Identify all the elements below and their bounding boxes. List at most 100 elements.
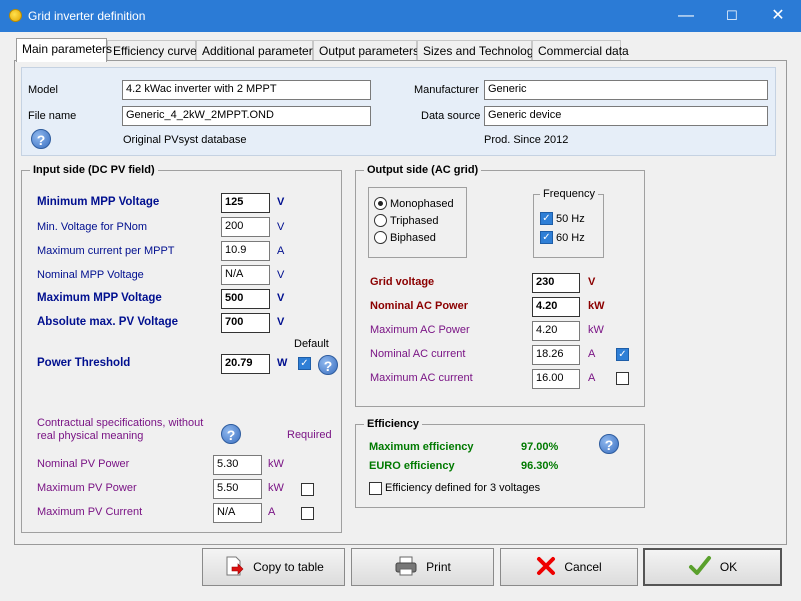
required-label: Required: [287, 429, 332, 441]
grid-voltage-input[interactable]: 230: [532, 273, 580, 293]
freq-60hz-checkbox[interactable]: ✓: [540, 231, 553, 244]
nominal-ac-current-input[interactable]: 18.26: [532, 345, 580, 365]
max-current-mppt-label: Maximum current per MPPT: [37, 245, 175, 257]
copy-document-icon: [223, 555, 245, 580]
min-mpp-voltage-unit: V: [277, 196, 285, 208]
copy-to-table-button[interactable]: Copy to table: [202, 548, 345, 586]
filename-input[interactable]: Generic_4_2kW_2MPPT.OND: [122, 106, 371, 126]
frequency-box: [533, 194, 604, 258]
app-sun-icon: [9, 9, 22, 22]
manufacturer-label: Manufacturer: [414, 84, 479, 96]
minimize-button[interactable]: —: [663, 0, 709, 32]
tab-additional-parameters[interactable]: Additional parameters: [196, 40, 319, 61]
monophased-label: Monophased: [390, 198, 454, 210]
min-mpp-voltage-input[interactable]: 125: [221, 193, 270, 213]
help-icon[interactable]: ?: [318, 355, 338, 375]
max-pv-current-required-checkbox[interactable]: [301, 507, 314, 520]
max-pv-current-input[interactable]: N/A: [213, 503, 262, 523]
nominal-ac-power-label: Nominal AC Power: [370, 300, 468, 312]
print-button[interactable]: Print: [351, 548, 494, 586]
datasource-label: Data source: [421, 110, 481, 122]
max-mpp-voltage-unit: V: [277, 292, 285, 304]
three-voltages-label: Efficiency defined for 3 voltages: [385, 482, 541, 494]
triphased-radio[interactable]: [374, 214, 387, 227]
contractual-specs-text: Contractual specifications, without real…: [37, 417, 204, 442]
tab-output-parameters[interactable]: Output parameters: [313, 40, 419, 61]
database-text: Original PVsyst database: [123, 134, 247, 146]
help-icon[interactable]: ?: [31, 129, 51, 149]
euro-efficiency-label: EURO efficiency: [369, 460, 455, 472]
freq-50hz-label: 50 Hz: [556, 213, 585, 225]
max-ac-power-unit: kW: [588, 324, 604, 336]
freq-60hz-label: 60 Hz: [556, 232, 585, 244]
max-mpp-voltage-label: Maximum MPP Voltage: [37, 292, 162, 304]
print-label: Print: [426, 560, 451, 574]
model-input[interactable]: 4.2 kWac inverter with 2 MPPT: [122, 80, 371, 100]
grid-voltage-unit: V: [588, 276, 596, 288]
monophased-radio[interactable]: [374, 197, 387, 210]
max-current-mppt-input[interactable]: 10.9: [221, 241, 270, 261]
manufacturer-input[interactable]: Generic: [484, 80, 768, 100]
abs-max-pv-voltage-unit: V: [277, 316, 285, 328]
nominal-pv-power-unit: kW: [268, 458, 284, 470]
output-side-title: Output side (AC grid): [364, 164, 482, 176]
nominal-mpp-voltage-input[interactable]: N/A: [221, 265, 270, 285]
power-threshold-input[interactable]: 20.79: [221, 354, 270, 374]
grid-voltage-label: Grid voltage: [370, 276, 435, 288]
filename-label: File name: [28, 110, 77, 122]
max-ac-power-label: Maximum AC Power: [370, 324, 470, 336]
nominal-mpp-voltage-unit: V: [277, 269, 285, 281]
three-voltages-checkbox[interactable]: [369, 482, 382, 495]
default-label: Default: [294, 338, 329, 350]
copy-to-table-label: Copy to table: [253, 560, 324, 574]
max-pv-current-label: Maximum PV Current: [37, 506, 143, 518]
max-ac-current-input[interactable]: 16.00: [532, 369, 580, 389]
max-efficiency-label: Maximum efficiency: [369, 441, 474, 453]
help-icon[interactable]: ?: [221, 424, 241, 444]
max-ac-current-checkbox[interactable]: [616, 372, 629, 385]
max-ac-current-unit: A: [588, 372, 596, 384]
close-button[interactable]: ✕: [755, 0, 801, 32]
max-efficiency-value: 97.00%: [521, 441, 559, 453]
biphased-radio[interactable]: [374, 231, 387, 244]
nominal-ac-power-input[interactable]: 4.20: [532, 297, 580, 317]
nominal-ac-power-unit: kW: [588, 300, 605, 312]
nominal-pv-power-input[interactable]: 5.30: [213, 455, 262, 475]
min-mpp-voltage-label: Minimum MPP Voltage: [37, 196, 160, 208]
frequency-title: Frequency: [540, 188, 598, 200]
biphased-label: Biphased: [390, 232, 436, 244]
prod-since-text: Prod. Since 2012: [484, 134, 569, 146]
max-current-mppt-unit: A: [277, 245, 285, 257]
freq-50hz-checkbox[interactable]: ✓: [540, 212, 553, 225]
power-threshold-label: Power Threshold: [37, 357, 131, 369]
red-x-icon: [536, 556, 556, 579]
tab-commercial-data[interactable]: Commercial data: [532, 40, 629, 61]
max-pv-power-unit: kW: [268, 482, 284, 494]
abs-max-pv-voltage-input[interactable]: 700: [221, 313, 270, 333]
power-threshold-unit: W: [277, 357, 288, 369]
max-pv-power-required-checkbox[interactable]: [301, 483, 314, 496]
max-pv-power-label: Maximum PV Power: [37, 482, 137, 494]
ok-button[interactable]: OK: [643, 548, 782, 586]
default-checkbox[interactable]: ✓: [298, 357, 311, 370]
min-voltage-pnom-label: Min. Voltage for PNom: [37, 221, 148, 233]
max-pv-power-input[interactable]: 5.50: [213, 479, 262, 499]
cancel-button[interactable]: Cancel: [500, 548, 638, 586]
efficiency-title: Efficiency: [364, 418, 422, 430]
max-ac-power-input[interactable]: 4.20: [532, 321, 580, 341]
nominal-pv-power-label: Nominal PV Power: [37, 458, 130, 470]
nominal-ac-current-checkbox[interactable]: ✓: [616, 348, 629, 361]
euro-efficiency-value: 96.30%: [521, 460, 559, 472]
printer-icon: [394, 555, 418, 580]
max-mpp-voltage-input[interactable]: 500: [221, 289, 270, 309]
tab-efficiency-curve[interactable]: Efficiency curve: [107, 40, 197, 61]
model-label: Model: [28, 84, 58, 96]
help-icon[interactable]: ?: [599, 434, 619, 454]
max-ac-current-label: Maximum AC current: [370, 372, 473, 384]
datasource-input[interactable]: Generic device: [484, 106, 768, 126]
min-voltage-pnom-input[interactable]: 200: [221, 217, 270, 237]
nominal-ac-current-label: Nominal AC current: [370, 348, 466, 360]
maximize-button[interactable]: ☐: [709, 0, 755, 32]
tab-sizes-technology[interactable]: Sizes and Technology: [417, 40, 540, 61]
tab-main-parameters[interactable]: Main parameters: [16, 38, 112, 62]
